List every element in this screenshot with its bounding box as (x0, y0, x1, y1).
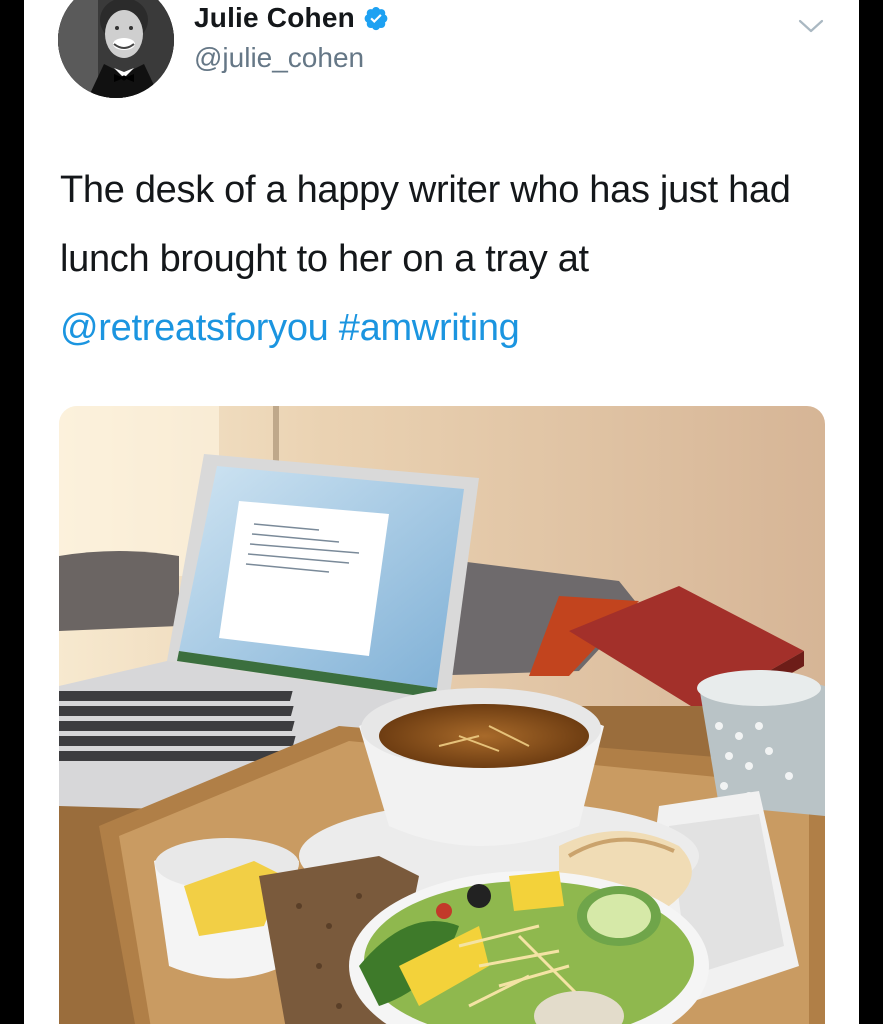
tweet-text-body: The desk of a happy writer who has just … (60, 169, 791, 280)
display-name[interactable]: Julie Cohen (194, 2, 355, 34)
avatar-photo (58, 0, 174, 98)
mention-link[interactable]: @retreatsforyou (60, 307, 329, 349)
tweet-text: The desk of a happy writer who has just … (60, 156, 840, 363)
tweet-card: Julie Cohen @julie_cohen The desk of a h… (24, 0, 859, 1024)
verified-badge-icon (364, 6, 388, 31)
chevron-down-icon[interactable] (796, 14, 826, 38)
tweet-text-space (329, 307, 339, 349)
hashtag-link[interactable]: #amwriting (339, 307, 520, 349)
desk-lunch-photo (59, 406, 825, 1024)
tweet-photo[interactable] (59, 406, 825, 1024)
name-row[interactable]: Julie Cohen (194, 2, 389, 34)
avatar[interactable] (58, 0, 174, 98)
screen: Julie Cohen @julie_cohen The desk of a h… (0, 0, 883, 1024)
user-handle[interactable]: @julie_cohen (194, 42, 364, 74)
